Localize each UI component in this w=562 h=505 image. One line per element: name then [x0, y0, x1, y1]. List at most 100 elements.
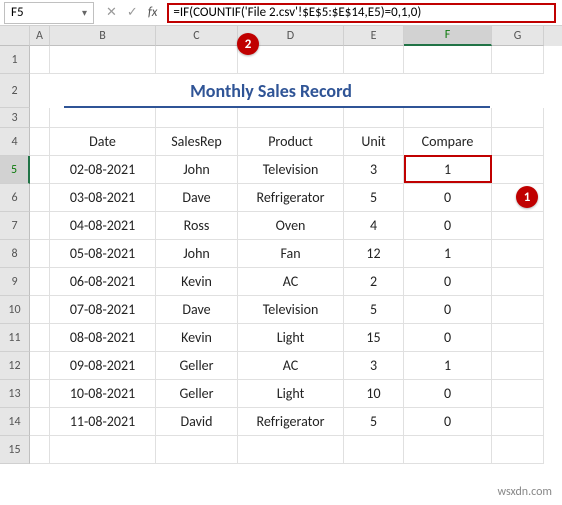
col-g[interactable]: G — [492, 26, 544, 46]
cell-empty[interactable] — [492, 352, 544, 380]
spreadsheet-grid[interactable]: A B C D E F G 1 2 Monthly Sales Record 3… — [0, 26, 562, 464]
row-header[interactable]: 10 — [0, 296, 30, 324]
cell-unit[interactable]: 4 — [344, 212, 404, 240]
cell-unit[interactable] — [344, 436, 404, 464]
cell-date[interactable]: 10-08-2021 — [50, 380, 156, 408]
cell-empty[interactable] — [30, 268, 50, 296]
cell-product[interactable]: Light — [238, 380, 344, 408]
row-header[interactable]: 11 — [0, 324, 30, 352]
cell-product[interactable]: Fan — [238, 240, 344, 268]
cell-empty[interactable] — [30, 240, 50, 268]
cell-compare[interactable]: 0 — [404, 408, 492, 436]
cell-empty[interactable] — [492, 268, 544, 296]
cell-empty[interactable] — [30, 352, 50, 380]
cell-date[interactable]: 09-08-2021 — [50, 352, 156, 380]
cell-empty[interactable] — [492, 436, 544, 464]
cell-date[interactable]: 03-08-2021 — [50, 184, 156, 212]
fx-icon[interactable]: fx — [148, 5, 158, 20]
row-header[interactable]: 13 — [0, 380, 30, 408]
cell-rep[interactable]: Kevin — [156, 324, 238, 352]
select-all[interactable] — [0, 26, 30, 46]
cell-compare[interactable]: 0 — [404, 380, 492, 408]
row-header[interactable]: 2 — [0, 74, 30, 108]
row-header[interactable]: 6 — [0, 184, 30, 212]
col-compare[interactable]: Compare — [404, 128, 492, 156]
cell-rep[interactable]: John — [156, 240, 238, 268]
row-header[interactable]: 8 — [0, 240, 30, 268]
cell-product[interactable]: Television — [238, 156, 344, 184]
cell-empty[interactable] — [30, 324, 50, 352]
cell-product[interactable]: AC — [238, 268, 344, 296]
cell-compare[interactable]: 0 — [404, 324, 492, 352]
cell-date[interactable]: 11-08-2021 — [50, 408, 156, 436]
cell-product[interactable] — [238, 436, 344, 464]
col-unit[interactable]: Unit — [344, 128, 404, 156]
check-icon[interactable]: ✓ — [127, 5, 138, 20]
cell-compare[interactable]: 1 — [404, 352, 492, 380]
cell-empty[interactable] — [492, 156, 544, 184]
cell-empty[interactable] — [492, 408, 544, 436]
cell-date[interactable]: 07-08-2021 — [50, 296, 156, 324]
row-header[interactable]: 3 — [0, 108, 30, 128]
cell-date[interactable]: 05-08-2021 — [50, 240, 156, 268]
cell-date[interactable]: 06-08-2021 — [50, 268, 156, 296]
cell-compare[interactable]: 0 — [404, 268, 492, 296]
cell-unit[interactable]: 5 — [344, 296, 404, 324]
cell-rep[interactable]: Kevin — [156, 268, 238, 296]
cell-empty[interactable] — [492, 240, 544, 268]
row-header[interactable]: 1 — [0, 46, 30, 74]
cell-rep[interactable] — [156, 436, 238, 464]
cell-unit[interactable]: 10 — [344, 380, 404, 408]
col-e[interactable]: E — [344, 26, 404, 46]
cancel-icon[interactable]: ✕ — [106, 5, 117, 20]
col-salesrep[interactable]: SalesRep — [156, 128, 238, 156]
cell-compare[interactable]: 0 — [404, 212, 492, 240]
row-header[interactable]: 7 — [0, 212, 30, 240]
cell-empty[interactable] — [492, 380, 544, 408]
page-title[interactable]: Monthly Sales Record — [50, 74, 492, 108]
cell-compare[interactable]: 1 — [404, 156, 492, 184]
cell-product[interactable]: AC — [238, 352, 344, 380]
col-a[interactable]: A — [30, 26, 50, 46]
cell-compare[interactable]: 0 — [404, 296, 492, 324]
cell-product[interactable]: Refrigerator — [238, 184, 344, 212]
col-b[interactable]: B — [50, 26, 156, 46]
cell-empty[interactable] — [30, 380, 50, 408]
cell-empty[interactable] — [492, 212, 544, 240]
cell-rep[interactable]: Dave — [156, 296, 238, 324]
row-header[interactable]: 9 — [0, 268, 30, 296]
cell-date[interactable]: 04-08-2021 — [50, 212, 156, 240]
col-c[interactable]: C — [156, 26, 238, 46]
cell-unit[interactable]: 5 — [344, 184, 404, 212]
formula-input[interactable]: =IF(COUNTIF('File 2.csv'!$E$5:$E$14,E5)=… — [167, 3, 556, 23]
cell-product[interactable]: Refrigerator — [238, 408, 344, 436]
chevron-down-icon[interactable]: ▾ — [82, 6, 87, 19]
col-f[interactable]: F — [404, 26, 492, 46]
row-header[interactable]: 4 — [0, 128, 30, 156]
cell-empty[interactable] — [30, 296, 50, 324]
row-header[interactable]: 5 — [0, 156, 30, 184]
cell-empty[interactable] — [492, 324, 544, 352]
cell-unit[interactable]: 15 — [344, 324, 404, 352]
name-box[interactable]: F5 ▾ — [4, 2, 94, 24]
row-header[interactable]: 14 — [0, 408, 30, 436]
cell-date[interactable]: 02-08-2021 — [50, 156, 156, 184]
cell-date[interactable] — [50, 436, 156, 464]
row-header[interactable]: 12 — [0, 352, 30, 380]
cell-date[interactable]: 08-08-2021 — [50, 324, 156, 352]
cell-empty[interactable] — [30, 408, 50, 436]
cell-rep[interactable]: Geller — [156, 352, 238, 380]
cell-rep[interactable]: Dave — [156, 184, 238, 212]
cell-empty[interactable] — [30, 184, 50, 212]
cell-rep[interactable]: David — [156, 408, 238, 436]
cell-product[interactable]: Television — [238, 296, 344, 324]
cell-unit[interactable]: 3 — [344, 352, 404, 380]
cell-unit[interactable]: 2 — [344, 268, 404, 296]
cell-compare[interactable]: 0 — [404, 184, 492, 212]
cell-compare[interactable] — [404, 436, 492, 464]
cell-product[interactable]: Light — [238, 324, 344, 352]
cell-rep[interactable]: John — [156, 156, 238, 184]
cell-empty[interactable] — [492, 296, 544, 324]
cell-unit[interactable]: 12 — [344, 240, 404, 268]
cell-rep[interactable]: Ross — [156, 212, 238, 240]
